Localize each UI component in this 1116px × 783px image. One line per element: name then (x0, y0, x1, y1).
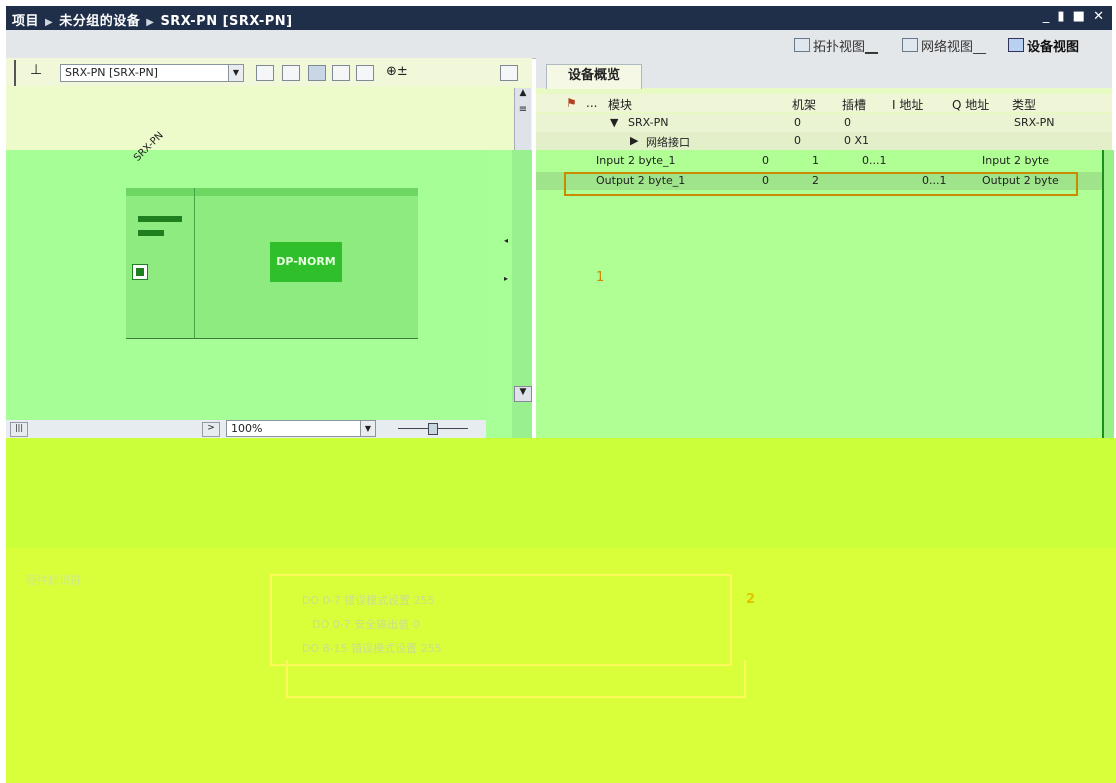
table-row[interactable]: Input 2 byte_1 0 1 0...1 Input 2 byte (536, 152, 1102, 170)
zoom-select[interactable]: 100% ▼ (226, 420, 376, 437)
callout-1: 1 (596, 270, 605, 285)
zoom-in-icon[interactable]: ⊕± (386, 64, 408, 79)
title-bar: 项目 ▶ 未分组的设备 ▶ SRX-PN [SRX-PN] _ ▮ ■ ✕ (6, 6, 1112, 30)
toolbar-grip (14, 60, 16, 86)
row-module: Input 2 byte_1 (596, 154, 676, 167)
device-view-toolbar: ⊥ SRX-PN [SRX-PN] ▼ ⊕± (6, 58, 532, 86)
port-icon[interactable] (132, 264, 148, 280)
properties-pane: 硬件标识符 DO 0-7 错误模式设置 255 DO 0-7 安全输出值 0 D… (6, 438, 1116, 783)
network-icon (902, 38, 918, 52)
grid-icon[interactable] (256, 65, 274, 81)
rack-divider (194, 188, 195, 338)
row-slot: 0 X1 (844, 134, 870, 147)
window-controls[interactable]: _ ▮ ■ ✕ (1043, 9, 1106, 24)
row-rack: 0 (794, 116, 801, 129)
filter-icon[interactable]: ⚑ (566, 96, 577, 110)
rack-top-rail (126, 188, 418, 196)
device-tree-icon[interactable]: ⊥ (30, 62, 46, 78)
chevron-right-icon[interactable]: > (202, 422, 220, 437)
overview-tab-bar: 设备概览 (536, 58, 1112, 89)
device-view-button[interactable]: 设备视图 (1008, 36, 1079, 55)
row-module: 网络接口 (646, 136, 690, 149)
zoom-slider[interactable] (398, 423, 468, 435)
grip-icon: ≡ (518, 104, 528, 115)
table-row[interactable]: ▶ 网络接口 0 0 X1 (536, 132, 1112, 150)
chevron-left-icon[interactable]: ◂ (504, 236, 508, 245)
tab-device-overview[interactable]: 设备概览 (546, 64, 642, 89)
status-led-bar (138, 216, 182, 222)
row-rack: 0 (794, 134, 801, 147)
overview-table-body: Input 2 byte_1 0 1 0...1 Input 2 byte Ou… (536, 150, 1102, 438)
status-led-bar-short (138, 230, 164, 236)
breadcrumb-project[interactable]: 项目 (12, 14, 39, 29)
chevron-down-icon: ▼ (228, 65, 243, 81)
scroll-left-icon[interactable]: ||| (10, 422, 28, 437)
breadcrumb: 项目 ▶ 未分组的设备 ▶ SRX-PN [SRX-PN] (12, 10, 299, 29)
table-row[interactable]: ▼ SRX-PN 0 0 SRX-PN (536, 114, 1112, 132)
row-slot: 0 (844, 116, 851, 129)
row-i-address: 0...1 (862, 154, 887, 167)
chevron-down-icon: ▼ (360, 421, 375, 436)
chevron-down-icon[interactable]: ▼ (514, 386, 532, 402)
topology-view-button[interactable]: 拓扑视图__ (794, 36, 878, 55)
property-line[interactable]: DO 8-15 错误模式设置 255 (302, 640, 442, 656)
chevron-right-icon: ▶ (146, 17, 155, 28)
breadcrumb-device[interactable]: SRX-PN [SRX-PN] (160, 14, 292, 29)
device-view-pane: ⊥ SRX-PN [SRX-PN] ▼ ⊕± ▲ ≡ SRX-PN DP-NORM (6, 58, 532, 438)
col-type[interactable]: 类型 (1012, 96, 1036, 113)
col-i-address[interactable]: I 地址 (892, 96, 923, 113)
chevron-right-icon[interactable]: ▸ (504, 274, 508, 283)
chevron-down-icon: ▼ (610, 116, 619, 129)
col-ellipsis: ... (586, 96, 598, 110)
chevron-up-icon: ▲ (519, 88, 527, 98)
vertical-scrollbar[interactable]: ▲ ≡ (514, 88, 531, 150)
overview-table-header: ⚑ ... 模块 机架 插槽 I 地址 Q 地址 类型 (536, 94, 1112, 112)
row-slot: 1 (812, 154, 819, 167)
page-icon[interactable] (356, 65, 374, 81)
row-rack: 0 (762, 154, 769, 167)
row-type: SRX-PN (1014, 116, 1055, 129)
col-module[interactable]: 模块 (608, 96, 632, 113)
dp-norm-module[interactable]: DP-NORM (270, 242, 342, 282)
device-view-upper-area: ▲ ≡ (6, 86, 532, 150)
property-line[interactable]: DO 0-7 安全输出值 0 (312, 616, 420, 632)
rename-icon[interactable] (282, 65, 300, 81)
col-slot[interactable]: 插槽 (842, 96, 866, 113)
device-canvas[interactable]: SRX-PN DP-NORM ||| > 100% ▼ (6, 130, 486, 438)
property-line[interactable]: DO 0-7 错误模式设置 255 (302, 592, 435, 608)
callout-2: 2 (746, 592, 756, 607)
device-selector[interactable]: SRX-PN [SRX-PN] ▼ (60, 64, 244, 82)
device-overview-pane: 设备概览 ⚑ ... 模块 机架 插槽 I 地址 Q 地址 类型 ▼ SRX-P… (536, 58, 1114, 438)
overview-scrollbar[interactable] (1102, 150, 1114, 438)
panel-toggle-icon[interactable] (500, 65, 518, 81)
highlight-box-lower (286, 660, 746, 698)
device-rack[interactable]: DP-NORM (126, 188, 418, 339)
chevron-right-icon: ▶ (45, 17, 54, 28)
brush-icon[interactable] (308, 65, 326, 81)
chevron-right-icon: ▶ (630, 134, 639, 147)
hardware-id-label: 硬件标识符 (26, 574, 81, 587)
col-rack[interactable]: 机架 (792, 96, 816, 113)
col-q-address[interactable]: Q 地址 (952, 96, 989, 113)
horizontal-toolbar: ||| > 100% ▼ (6, 420, 486, 438)
view-switch-bar: 拓扑视图__ 网络视图__ 设备视图 (6, 30, 1112, 59)
network-view-button[interactable]: 网络视图__ (902, 36, 986, 55)
table-icon[interactable] (332, 65, 350, 81)
breadcrumb-ungrouped[interactable]: 未分组的设备 (59, 14, 140, 29)
device-side-strip: ◂ ▸ ▼ (486, 150, 532, 438)
row-module: SRX-PN (628, 116, 669, 129)
properties-header-area (6, 438, 1116, 548)
highlight-box (564, 172, 1078, 196)
row-type: Input 2 byte (982, 154, 1050, 167)
device-icon (1008, 38, 1024, 52)
topology-icon (794, 38, 810, 52)
